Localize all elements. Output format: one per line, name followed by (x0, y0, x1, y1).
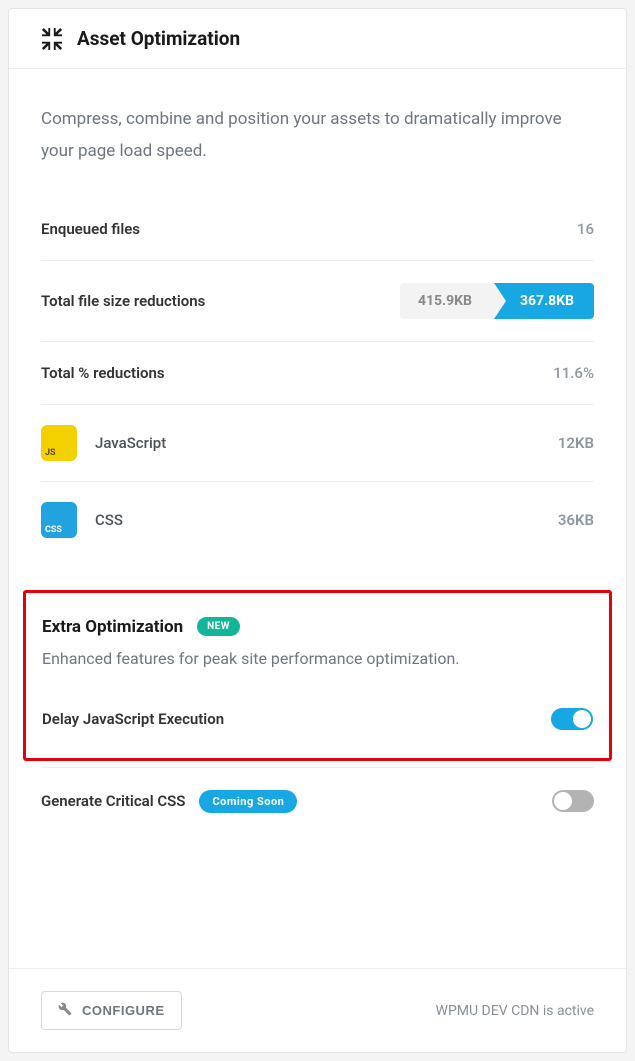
asset-row-css: CSS CSS 36KB (41, 482, 594, 558)
stat-label: Total % reductions (41, 364, 165, 382)
coming-soon-badge: Coming Soon (199, 790, 297, 813)
size-reduction-pill: 415.9KB 367.8KB (400, 283, 594, 319)
js-file-icon: JS (41, 425, 77, 461)
card-title: Asset Optimization (77, 27, 240, 50)
configure-label: CONFIGURE (82, 1003, 165, 1018)
delay-js-toggle[interactable] (551, 708, 593, 730)
compress-icon (41, 28, 63, 50)
stat-percent-reductions: Total % reductions 11.6% (41, 342, 594, 405)
stat-value: 16 (577, 220, 594, 238)
footer-note: WPMU DEV CDN is active (436, 1003, 594, 1019)
asset-left: CSS CSS (41, 502, 123, 538)
size-before: 415.9KB (400, 283, 494, 319)
toggle-knob (554, 792, 572, 810)
delay-js-label: Delay JavaScript Execution (42, 710, 224, 728)
description-text: Compress, combine and position your asse… (41, 103, 594, 168)
css-file-icon: CSS (41, 502, 77, 538)
asset-row-js: JS JavaScript 12KB (41, 405, 594, 482)
stat-size-reductions: Total file size reductions 415.9KB 367.8… (41, 261, 594, 342)
asset-optimization-card: Asset Optimization Compress, combine and… (8, 8, 627, 1053)
extra-description: Enhanced features for peak site performa… (42, 649, 593, 668)
stat-value: 11.6% (553, 364, 594, 382)
stat-label: Enqueued files (41, 220, 140, 238)
asset-name: JavaScript (95, 434, 166, 452)
extra-optimization-highlight: Extra Optimization NEW Enhanced features… (23, 590, 612, 761)
critical-css-text: Generate Critical CSS (41, 792, 185, 810)
critical-css-label: Generate Critical CSS Coming Soon (41, 790, 297, 813)
card-body: Compress, combine and position your asse… (9, 69, 626, 968)
critical-css-row: Generate Critical CSS Coming Soon (41, 767, 594, 835)
asset-left: JS JavaScript (41, 425, 166, 461)
new-badge: NEW (197, 617, 240, 636)
toggle-knob (573, 710, 591, 728)
asset-size: 12KB (558, 434, 594, 452)
wrench-icon (58, 1002, 72, 1019)
stat-label: Total file size reductions (41, 292, 205, 310)
asset-size: 36KB (558, 511, 594, 529)
configure-button[interactable]: CONFIGURE (41, 991, 182, 1030)
extra-title: Extra Optimization (42, 617, 183, 637)
critical-css-toggle[interactable] (552, 790, 594, 812)
stat-enqueued-files: Enqueued files 16 (41, 198, 594, 261)
size-after: 367.8KB (494, 283, 594, 319)
card-header: Asset Optimization (9, 9, 626, 69)
asset-name: CSS (95, 511, 123, 529)
extra-header: Extra Optimization NEW (42, 617, 593, 637)
card-footer: CONFIGURE WPMU DEV CDN is active (9, 968, 626, 1052)
delay-js-row: Delay JavaScript Execution (42, 686, 593, 752)
